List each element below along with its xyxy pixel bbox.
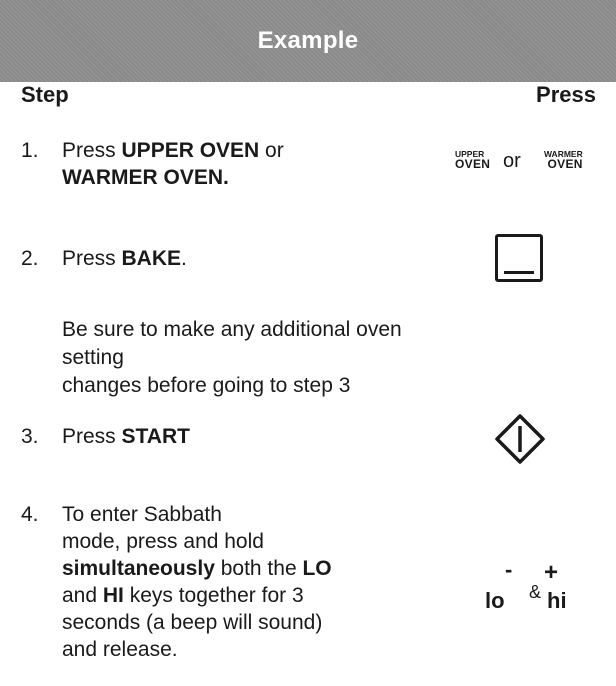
simultaneously-keyword: simultaneously — [62, 557, 215, 580]
step-text: both the — [214, 557, 303, 580]
lo-key: lo — [485, 588, 505, 613]
oven-setting-note: Be sure to make any additional oven sett… — [62, 316, 422, 400]
minus-symbol: - — [505, 557, 513, 582]
step-2-text: Press BAKE. — [62, 245, 187, 272]
upper-oven-key: UPPER OVEN — [455, 149, 491, 171]
note-line: Be sure to make any additional oven sett… — [62, 318, 402, 369]
step-text: Press — [62, 247, 122, 270]
step-column-heading: Step — [21, 82, 69, 107]
step-3: 3. Press START — [21, 423, 461, 453]
start-diamond-icon — [495, 414, 545, 464]
bake-key-icon — [495, 234, 543, 282]
step-1: 1. Press UPPER OVEN or WARMER OVEN. — [21, 137, 461, 197]
step-text: Press — [62, 139, 122, 162]
step-text: or — [259, 139, 284, 162]
step-text: Press — [62, 425, 122, 448]
step-number: 2. — [21, 247, 39, 270]
bake-key-bar — [504, 271, 534, 274]
step-text: mode, press and hold — [62, 530, 264, 553]
step-text: . — [181, 247, 187, 270]
key-label-bottom: OVEN — [455, 157, 491, 171]
step-number: 1. — [21, 139, 39, 162]
step-text: and release. — [62, 638, 178, 661]
plus-symbol: + — [544, 559, 559, 586]
header-title: Example — [257, 27, 359, 54]
key-label-bottom: OVEN — [547, 157, 583, 171]
example-header: Example — [0, 0, 616, 82]
step-4: 4. To enter Sabbath mode, press and hold… — [21, 501, 461, 671]
step-2: 2. Press BAKE. — [21, 245, 461, 275]
note-line: changes before going to step 3 — [62, 374, 351, 397]
lo-keyword: LO — [302, 557, 332, 580]
step-text: seconds (a beep will sound) — [62, 611, 323, 634]
upper-oven-keyword: UPPER OVEN — [121, 139, 260, 162]
hi-key: hi — [547, 588, 567, 613]
step-number: 3. — [21, 425, 39, 448]
step-text: To enter Sabbath — [62, 503, 222, 526]
step-text: and — [62, 584, 103, 607]
step-text: keys together for 3 — [123, 584, 304, 607]
step-number: 4. — [21, 503, 39, 526]
step-1-text: Press UPPER OVEN or WARMER OVEN. — [62, 137, 284, 191]
press-column-heading: Press — [536, 82, 596, 107]
hi-keyword: HI — [102, 584, 124, 607]
ampersand: & — [529, 582, 542, 602]
warmer-oven-keyword: WARMER OVEN. — [62, 166, 229, 189]
start-keyword: START — [121, 425, 190, 448]
or-text: or — [503, 150, 521, 172]
warmer-oven-key: WARMER OVEN — [544, 149, 583, 171]
bake-keyword: BAKE — [121, 247, 182, 270]
step-4-text: To enter Sabbath mode, press and hold si… — [62, 501, 332, 663]
step-3-text: Press START — [62, 423, 190, 450]
